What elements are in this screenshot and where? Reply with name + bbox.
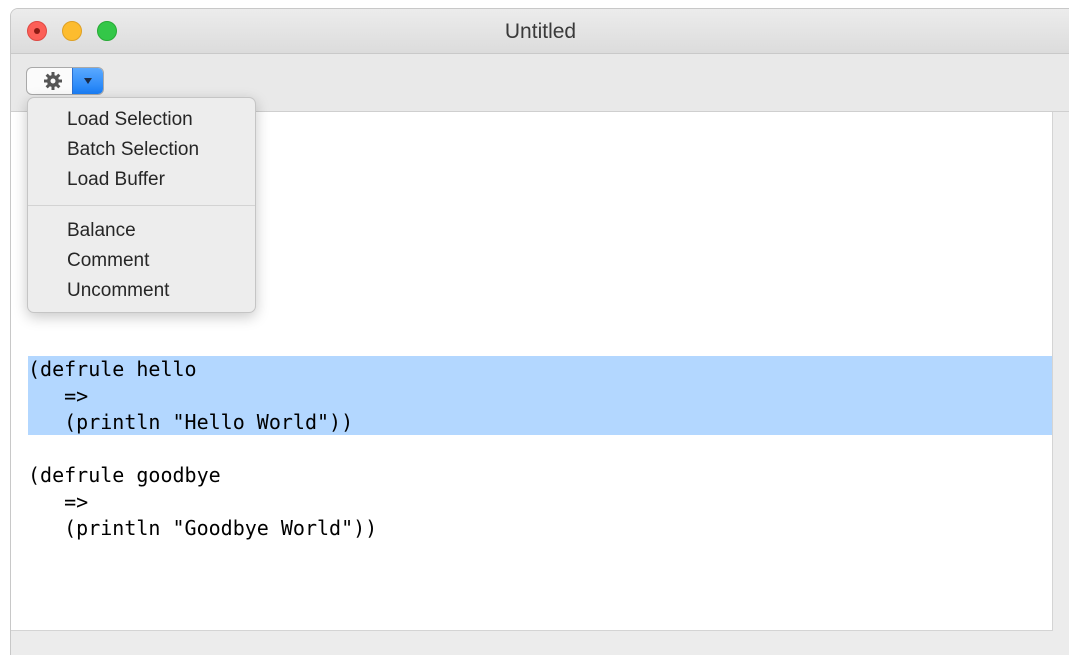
menu-item-batch-selection[interactable]: Batch Selection (67, 138, 199, 162)
code-line: (println "Hello World")) (28, 410, 354, 434)
action-dropdown-menu: Load Selection Batch Selection Load Buff… (27, 97, 256, 313)
window-title: Untitled (504, 20, 577, 43)
menu-item-balance[interactable]: Balance (67, 219, 136, 243)
menu-item-comment[interactable]: Comment (67, 249, 149, 273)
action-menu-button[interactable] (26, 67, 104, 95)
code-text[interactable]: (defrule hello => (println "Hello World"… (28, 356, 377, 542)
menu-item-load-buffer[interactable]: Load Buffer (67, 168, 165, 192)
code-line: => (28, 383, 89, 408)
code-line: => (28, 489, 89, 514)
title-bar[interactable]: Untitled (11, 9, 1069, 54)
code-line: (defrule hello (28, 357, 197, 381)
triangle-down-icon (83, 77, 93, 85)
dropdown-arrow-button[interactable] (72, 68, 103, 94)
menu-item-uncomment[interactable]: Uncomment (67, 279, 169, 303)
code-line: (defrule goodbye (28, 463, 221, 487)
menu-separator (28, 205, 255, 206)
code-line: (println "Goodbye World")) (28, 516, 378, 540)
menu-item-load-selection[interactable]: Load Selection (67, 108, 193, 132)
gear-icon (37, 71, 69, 91)
